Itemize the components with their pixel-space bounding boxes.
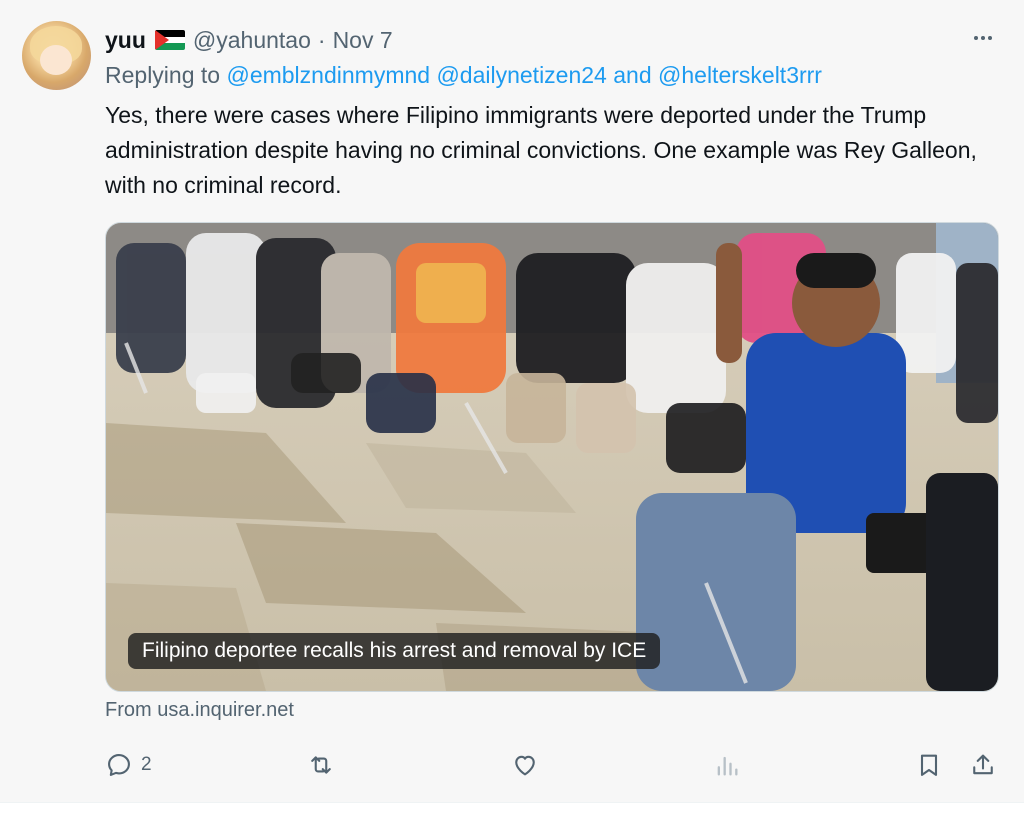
feed-divider [0, 802, 1024, 828]
share-button[interactable] [969, 749, 997, 781]
bookmark-icon [920, 754, 938, 776]
link-source[interactable]: From usa.inquirer.net [105, 699, 294, 722]
analytics-icon [717, 756, 738, 776]
replying-to: Replying to @emblzndinmymnd @dailynetize… [105, 62, 822, 89]
separator-dot: · [317, 26, 326, 53]
mention-link[interactable]: @emblzndinmymnd [226, 62, 430, 88]
reply-button[interactable]: 2 [105, 749, 152, 781]
replying-prefix: Replying to [105, 62, 221, 88]
share-icon [973, 754, 993, 775]
heart-icon [515, 755, 535, 776]
avatar-face [40, 45, 72, 75]
views-button[interactable] [713, 749, 741, 781]
bookmark-button[interactable] [915, 749, 943, 781]
tweet[interactable]: yuu @yahuntao · Nov 7 Replying to @emblz… [0, 0, 1024, 802]
tweet-header: yuu @yahuntao · Nov 7 [105, 24, 393, 56]
more-options-icon[interactable] [968, 26, 998, 50]
retweet-button[interactable] [307, 749, 335, 781]
tweet-text: Yes, there were cases where Filipino imm… [105, 102, 977, 198]
replying-joiner[interactable]: and [613, 62, 651, 88]
palestine-flag-icon [154, 30, 185, 50]
reply-icon [108, 754, 130, 776]
display-name[interactable]: yuu [105, 27, 146, 54]
tweet-date[interactable]: Nov 7 [333, 27, 393, 54]
reply-count: 2 [141, 754, 152, 775]
avatar[interactable] [22, 21, 91, 90]
mention-link[interactable]: @dailynetizen24 [436, 62, 606, 88]
photo-illustration [106, 223, 998, 691]
tweet-actions: 2 [0, 745, 1024, 785]
mention-link[interactable]: @helterskelt3rrr [658, 62, 822, 88]
media-caption: Filipino deportee recalls his arrest and… [128, 633, 661, 669]
like-button[interactable] [511, 749, 539, 781]
retweet-icon [311, 756, 331, 774]
user-handle[interactable]: @yahuntao [193, 27, 311, 54]
link-card-image[interactable]: Filipino deportee recalls his arrest and… [105, 222, 999, 692]
